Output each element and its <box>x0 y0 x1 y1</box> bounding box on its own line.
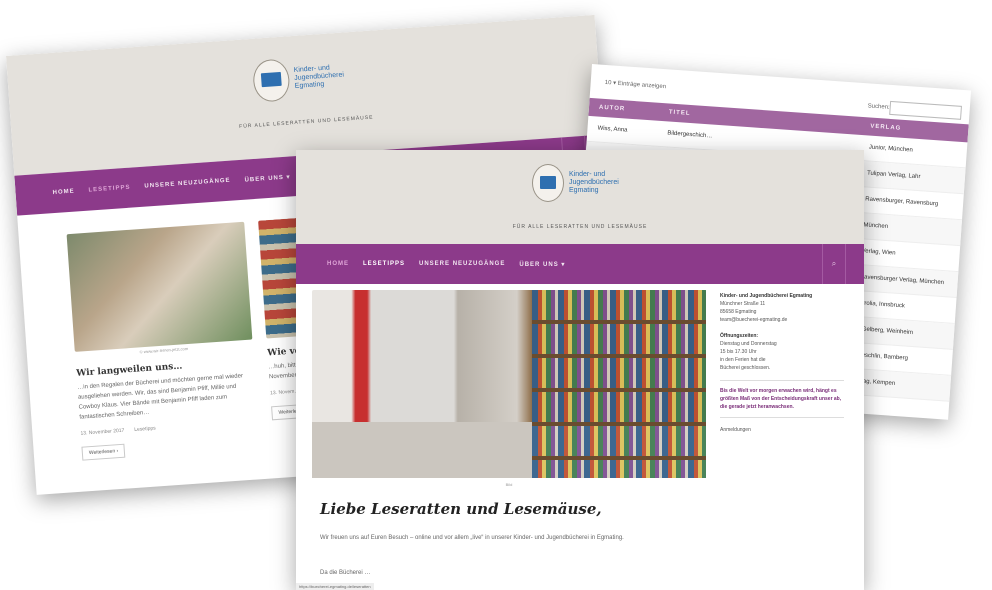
browser-status-url: https://buecherei-egmating.de/leseratten <box>296 583 374 590</box>
site-tagline: FÜR ALLE LESERATTEN UND LESEMÄUSE <box>238 114 374 130</box>
nav-neuzugaenge[interactable]: UNSERE NEUZUGÄNGE <box>137 177 238 190</box>
post-card: © www.wir-lernen-jetzt.com Wir langweile… <box>66 221 260 461</box>
site-header: Kinder- und Jugendbücherei Egmating FÜR … <box>296 150 864 244</box>
welcome-text-2: Da die Bücherei … <box>320 570 371 576</box>
hedgehog-reading-icon <box>251 58 291 103</box>
sidebar: Kinder- und Jugendbücherei Egmating Münc… <box>720 292 844 442</box>
column-header-publisher[interactable]: VERLAG <box>870 124 901 132</box>
main-nav: HOME LESETIPPS UNSERE NEUZUGÄNGE ÜBER UN… <box>296 244 864 284</box>
logo-line: Egmating <box>569 187 599 194</box>
nav-neuzugaenge[interactable]: UNSERE NEUZUGÄNGE <box>412 261 512 267</box>
logo-line: Jugendbücherei <box>569 179 619 186</box>
column-header-author[interactable]: AUTOR <box>599 105 626 113</box>
entries-value[interactable]: 10 <box>605 80 612 86</box>
contact-block: Kinder- und Jugendbücherei Egmating Münc… <box>720 292 844 324</box>
nav-lesetipps[interactable]: LESETIPPS <box>81 184 137 194</box>
site-tagline: FÜR ALLE LESERATTEN UND LESEMÄUSE <box>512 224 648 230</box>
contact-title: Kinder- und Jugendbücherei Egmating <box>720 293 813 299</box>
hero-image-library-interior <box>312 290 706 478</box>
cell-publisher: München <box>863 222 889 231</box>
hours-line: 15 bis 17.30 Uhr <box>720 349 757 355</box>
nav-lesetipps[interactable]: LESETIPPS <box>356 261 412 267</box>
hours-line: Bücherei geschlossen. <box>720 365 771 371</box>
hours-line: Dienstag und Donnerstag <box>720 341 777 347</box>
logo-line: Kinder- und <box>569 171 606 178</box>
table-search-input[interactable] <box>889 100 962 120</box>
nav-ueber-uns[interactable]: ÜBER UNS ▾ <box>237 172 297 183</box>
address-line: 85658 Egmating <box>720 309 757 315</box>
cell-publisher: & Gelberg, Weinheim <box>855 326 914 337</box>
screenshot-home: Kinder- und Jugendbücherei Egmating FÜR … <box>296 150 864 590</box>
read-more-button[interactable]: Weiterlesen › <box>81 443 126 461</box>
cell-publisher: Ravensburger, Ravensburg <box>865 196 939 208</box>
entries-selector[interactable]: 10 ▾ Einträge anzeigen <box>605 79 667 90</box>
post-date: 13. November 2017 <box>80 427 125 437</box>
sidebar-link[interactable]: Anmeldungen <box>720 426 844 434</box>
cell-author: Wiss, Anna <box>597 125 628 134</box>
library-logo[interactable]: Kinder- und Jugendbücherei Egmating <box>251 55 346 103</box>
hours-line: in den Ferien hat die <box>720 357 766 363</box>
sidebar-quote: Bis die Welt vor morgen erwachen wird, h… <box>720 380 844 418</box>
nav-home[interactable]: HOME <box>45 188 81 197</box>
hours-title: Öffnungszeiten: <box>720 333 759 339</box>
library-logo[interactable]: Kinder- und Jugendbücherei Egmating <box>532 164 619 202</box>
cell-title: Bildergeschich… <box>667 130 713 140</box>
cell-publisher: Junior, München <box>868 144 913 154</box>
table-search-label: Suchen: <box>867 103 890 111</box>
cell-publisher: Verlag, Wien <box>861 248 896 257</box>
hedgehog-reading-icon <box>532 164 564 202</box>
cell-publisher: Tulipan Verlag, Lahr <box>866 170 921 181</box>
nav-ueber-uns[interactable]: ÜBER UNS ▾ <box>512 261 572 268</box>
email-link[interactable]: team@buecherei-egmating.de <box>720 317 787 323</box>
post-image-children-reading[interactable] <box>66 221 253 352</box>
cell-publisher: Tyrolia, Innsbruck <box>857 300 906 310</box>
column-header-title[interactable]: TITEL <box>669 109 691 116</box>
entries-label: Einträge anzeigen <box>617 80 667 91</box>
welcome-heading: Liebe Leseratten und Lesemäuse, <box>320 500 602 518</box>
cell-publisher: Ravensburger Verlag, München <box>859 274 945 287</box>
search-icon[interactable]: ⌕ <box>822 244 846 284</box>
welcome-text: Wir freuen uns auf Euren Besuch – online… <box>320 535 624 541</box>
post-category[interactable]: Lesetipps <box>134 425 156 432</box>
hero-caption: Bild <box>505 482 513 487</box>
nav-home[interactable]: HOME <box>320 261 356 267</box>
post-excerpt: …in den Regalen der Bücherei und möchten… <box>77 373 244 421</box>
address-line: Münchner Straße 11 <box>720 301 766 307</box>
hours-block: Öffnungszeiten: Dienstag und Donnerstag … <box>720 332 844 372</box>
